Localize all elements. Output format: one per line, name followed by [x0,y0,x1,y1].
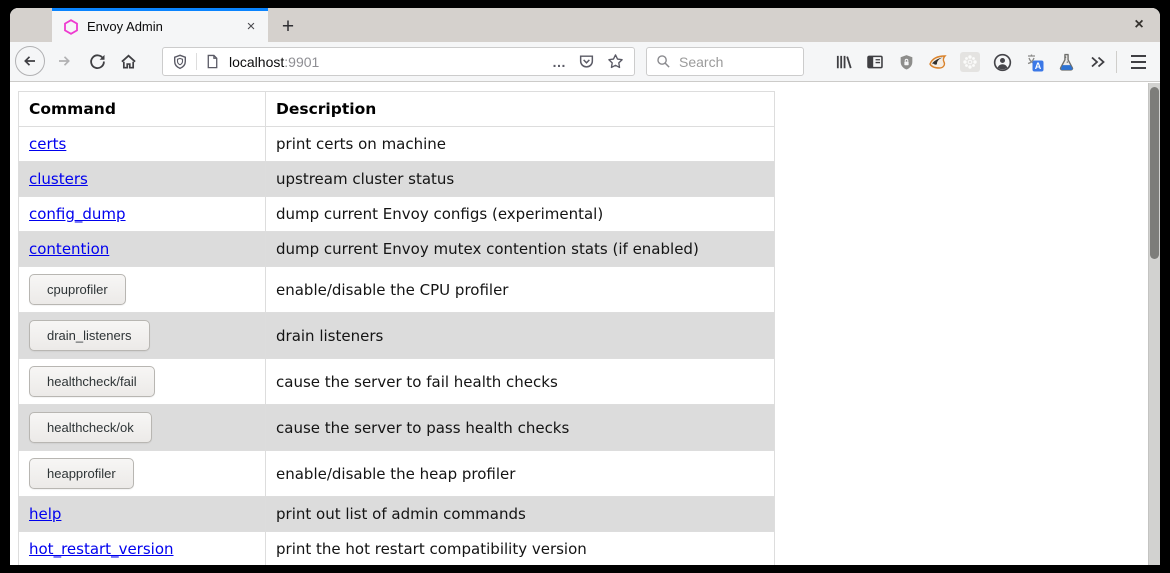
page-info-icon[interactable] [205,54,220,69]
command-button-healthcheck-ok[interactable]: healthcheck/ok [29,412,152,443]
library-button[interactable] [832,50,856,74]
reload-button[interactable] [82,46,112,76]
hamburger-icon [1131,55,1146,69]
bookmark-star-icon[interactable] [607,53,624,70]
command-button-drain-listeners[interactable]: drain_listeners [29,320,150,351]
flask-extension-button[interactable] [1054,50,1078,74]
vertical-scrollbar[interactable] [1148,83,1160,565]
command-description: print certs on machine [266,127,775,162]
search-input[interactable]: Search [646,47,804,76]
command-button-heapprofiler[interactable]: heapprofiler [29,458,134,489]
command-description: print the hot restart compatibility vers… [266,532,775,566]
command-description: print out list of admin commands [266,497,775,532]
translate-icon: A [1025,53,1044,72]
url-text: localhost:9901 [229,54,319,70]
translate-extension-button[interactable]: A [1022,50,1046,74]
table-row: hot_restart_version print the hot restar… [19,532,775,566]
table-row: heapprofiler enable/disable the heap pro… [19,451,775,497]
navigation-toolbar: localhost:9901 … Search [10,42,1160,82]
command-button-healthcheck-fail[interactable]: healthcheck/fail [29,366,155,397]
command-button-cpuprofiler[interactable]: cpuprofiler [29,274,126,305]
tab-close-icon[interactable]: × [240,16,262,38]
command-description: enable/disable the heap profiler [266,451,775,497]
table-row: help print out list of admin commands [19,497,775,532]
reload-icon [89,53,106,70]
forward-button[interactable] [49,46,79,76]
overflow-menu-button[interactable] [1086,50,1110,74]
badger-icon [928,53,948,71]
command-link-help[interactable]: help [29,505,61,523]
command-description: cause the server to fail health checks [266,359,775,405]
table-row: drain_listeners drain listeners [19,313,775,359]
tab-bar: Envoy Admin × + × [10,8,1160,42]
table-row: healthcheck/fail cause the server to fai… [19,359,775,405]
command-link-clusters[interactable]: clusters [29,170,88,188]
forward-arrow-icon [56,53,72,69]
account-icon [993,53,1012,72]
command-link-certs[interactable]: certs [29,135,66,153]
command-description: upstream cluster status [266,162,775,197]
tracking-protection-shield-icon[interactable] [172,54,188,70]
command-link-config-dump[interactable]: config_dump [29,205,126,223]
snowflake-cluster-icon [959,51,981,73]
table-row: certs print certs on machine [19,127,775,162]
page-actions-icon[interactable]: … [552,54,567,70]
command-description: drain listeners [266,313,775,359]
table-row: clusters upstream cluster status [19,162,775,197]
table-row: config_dump dump current Envoy configs (… [19,197,775,232]
command-description: dump current Envoy configs (experimental… [266,197,775,232]
back-arrow-icon [22,53,38,69]
home-icon [120,53,137,70]
account-button[interactable] [990,50,1014,74]
table-row: cpuprofiler enable/disable the CPU profi… [19,267,775,313]
flask-icon [1057,53,1076,72]
scrollbar-thumb[interactable] [1150,87,1159,259]
command-description: cause the server to pass health checks [266,405,775,451]
home-button[interactable] [113,46,143,76]
urlbar-divider [196,53,197,70]
pocket-icon[interactable] [578,53,595,70]
url-bar[interactable]: localhost:9901 … [162,47,635,76]
command-link-contention[interactable]: contention [29,240,109,258]
toolbar-separator [1116,51,1117,73]
header-command: Command [19,92,266,127]
search-placeholder: Search [679,54,723,70]
command-link-hot-restart-version[interactable]: hot_restart_version [29,540,174,558]
search-icon [656,54,671,69]
tab-title: Envoy Admin [87,19,240,34]
library-icon [835,53,853,71]
table-row: healthcheck/ok cause the server to pass … [19,405,775,451]
tab-envoy-admin[interactable]: Envoy Admin × [52,8,268,42]
shield-lock-icon [898,54,915,71]
page-content: Command Description certs print certs on… [10,83,1160,565]
admin-commands-table: Command Description certs print certs on… [18,91,775,565]
sidebar-toggle-button[interactable] [863,50,887,74]
table-row: contention dump current Envoy mutex cont… [19,232,775,267]
back-button[interactable] [15,46,45,76]
url-port: :9901 [284,54,319,70]
app-menu-button[interactable] [1126,50,1150,74]
header-description: Description [266,92,775,127]
privacy-badger-button[interactable] [926,50,950,74]
double-chevron-icon [1089,54,1107,70]
new-tab-button[interactable]: + [272,11,304,42]
envoy-favicon-icon [63,19,79,35]
disabled-extension-button[interactable] [958,50,982,74]
shield-lock-extension-button[interactable] [894,50,918,74]
translate-letter: A [1034,61,1041,71]
sidebar-icon [866,53,884,71]
browser-window: Envoy Admin × + × [10,8,1160,565]
command-description: dump current Envoy mutex contention stat… [266,232,775,267]
url-host: localhost [229,54,284,70]
command-description: enable/disable the CPU profiler [266,267,775,313]
window-close-button[interactable]: × [1127,14,1151,36]
table-header-row: Command Description [19,92,775,127]
